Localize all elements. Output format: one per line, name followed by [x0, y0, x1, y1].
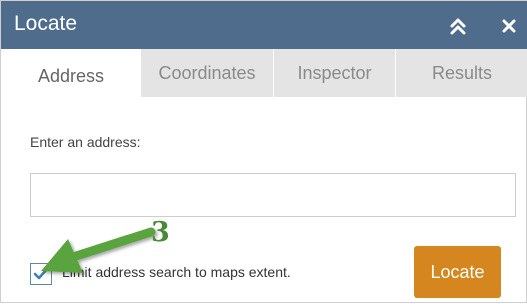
collapse-button[interactable]: [441, 13, 475, 39]
tab-address[interactable]: Address: [1, 49, 141, 97]
panel-header: Locate: [1, 1, 527, 49]
tab-bar: Address Coordinates Inspector Results: [1, 49, 527, 97]
locate-button[interactable]: Locate: [414, 246, 501, 298]
close-icon: [502, 19, 516, 33]
step-number-label: 3: [151, 217, 170, 248]
limit-extent-checkbox[interactable]: [30, 263, 52, 285]
tab-inspector[interactable]: Inspector: [273, 49, 395, 97]
checkmark-icon: [33, 267, 49, 280]
panel-title: Locate: [14, 12, 78, 35]
close-button[interactable]: [493, 13, 523, 39]
address-input[interactable]: [30, 173, 516, 217]
address-prompt: Enter an address:: [30, 134, 141, 150]
tab-coordinates[interactable]: Coordinates: [141, 49, 273, 97]
double-chevron-up-icon: [450, 18, 466, 35]
limit-extent-label: Limit address search to maps extent.: [62, 264, 291, 280]
locate-panel: Locate Address Coordinates Inspector Res…: [0, 0, 527, 303]
tab-results[interactable]: Results: [395, 49, 527, 97]
